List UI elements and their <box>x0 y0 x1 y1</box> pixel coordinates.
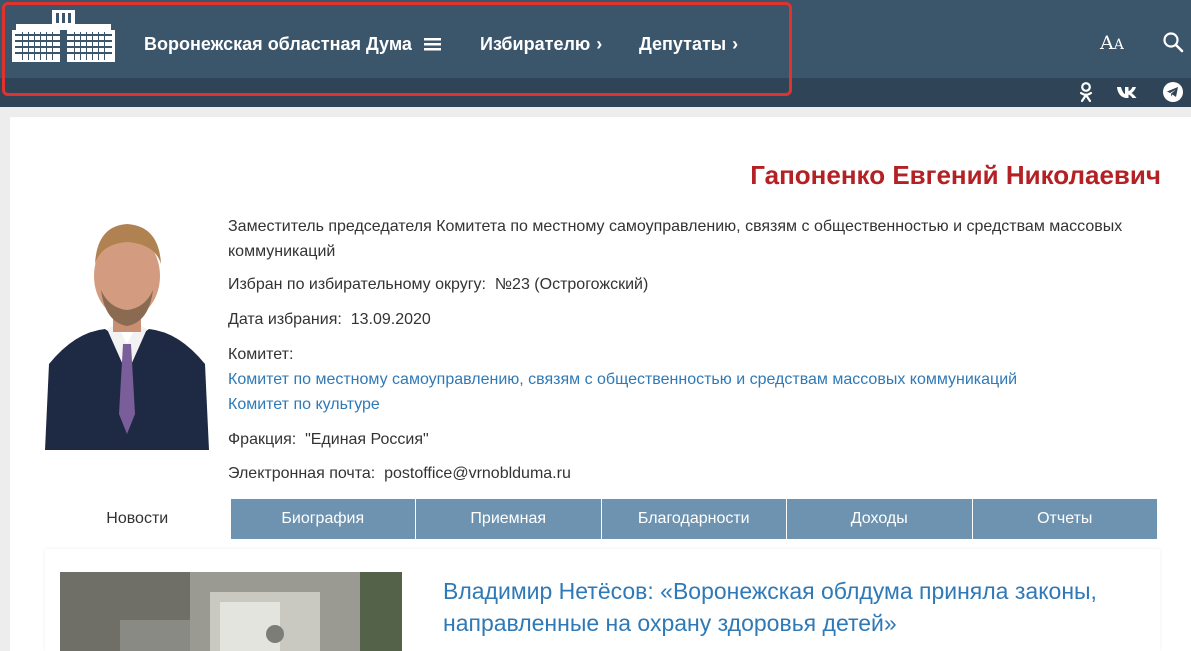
district-value: №23 (Острогожский) <box>494 276 649 293</box>
deputy-card: Гапоненко Евгений Николаевич Заместитель… <box>10 117 1191 651</box>
email-label: Электронная почта: <box>228 465 376 482</box>
tab-news[interactable]: Новости <box>45 499 230 539</box>
committee-label: Комитет: <box>228 346 294 363</box>
highlight-frame <box>2 2 792 96</box>
committee-link-2[interactable]: Комитет по культуре <box>228 396 380 414</box>
deputy-position: Заместитель председателя Комитета по мес… <box>228 218 1123 260</box>
font-size-small: A <box>1113 37 1124 53</box>
district-row: Избран по избирательному округу: №23 (Ос… <box>228 276 648 294</box>
news-item: Владимир Нетёсов: «Воронежская облдума п… <box>45 549 1160 651</box>
search-icon[interactable] <box>1162 31 1184 53</box>
email-row: Электронная почта: postoffice@vrnoblduma… <box>228 465 571 483</box>
deputy-name: Гапоненко Евгений Николаевич <box>750 160 1161 190</box>
odnoklassniki-icon[interactable] <box>1075 81 1097 103</box>
tab-reports[interactable]: Отчеты <box>971 499 1157 539</box>
faction-row: Фракция: "Единая Россия" <box>228 431 429 449</box>
font-size-toggle[interactable]: AA <box>1100 30 1132 56</box>
vk-icon[interactable] <box>1116 81 1138 103</box>
faction-label: Фракция: <box>228 431 297 448</box>
district-label: Избран по избирательному округу: <box>228 276 486 293</box>
tab-reception[interactable]: Приемная <box>415 499 601 539</box>
election-date-value: 13.09.2020 <box>350 311 431 328</box>
committee-link-1[interactable]: Комитет по местному самоуправлению, связ… <box>228 371 1017 389</box>
email-value[interactable]: postoffice@vrnoblduma.ru <box>384 465 571 482</box>
font-size-big: A <box>1100 32 1114 54</box>
tab-income[interactable]: Доходы <box>786 499 972 539</box>
election-date-row: Дата избрания: 13.09.2020 <box>228 311 431 329</box>
deputy-photo <box>45 204 209 450</box>
tab-thanks[interactable]: Благодарности <box>600 499 786 539</box>
faction-value: "Единая Россия" <box>305 431 429 448</box>
news-title[interactable]: Владимир Нетёсов: «Воронежская облдума п… <box>443 575 1163 639</box>
tabs-bar: Новости Биография Приемная Благодарности… <box>45 499 1157 539</box>
tab-biography[interactable]: Биография <box>229 499 415 539</box>
telegram-icon[interactable] <box>1162 81 1184 103</box>
news-image[interactable] <box>60 572 402 651</box>
election-date-label: Дата избрания: <box>228 311 342 328</box>
